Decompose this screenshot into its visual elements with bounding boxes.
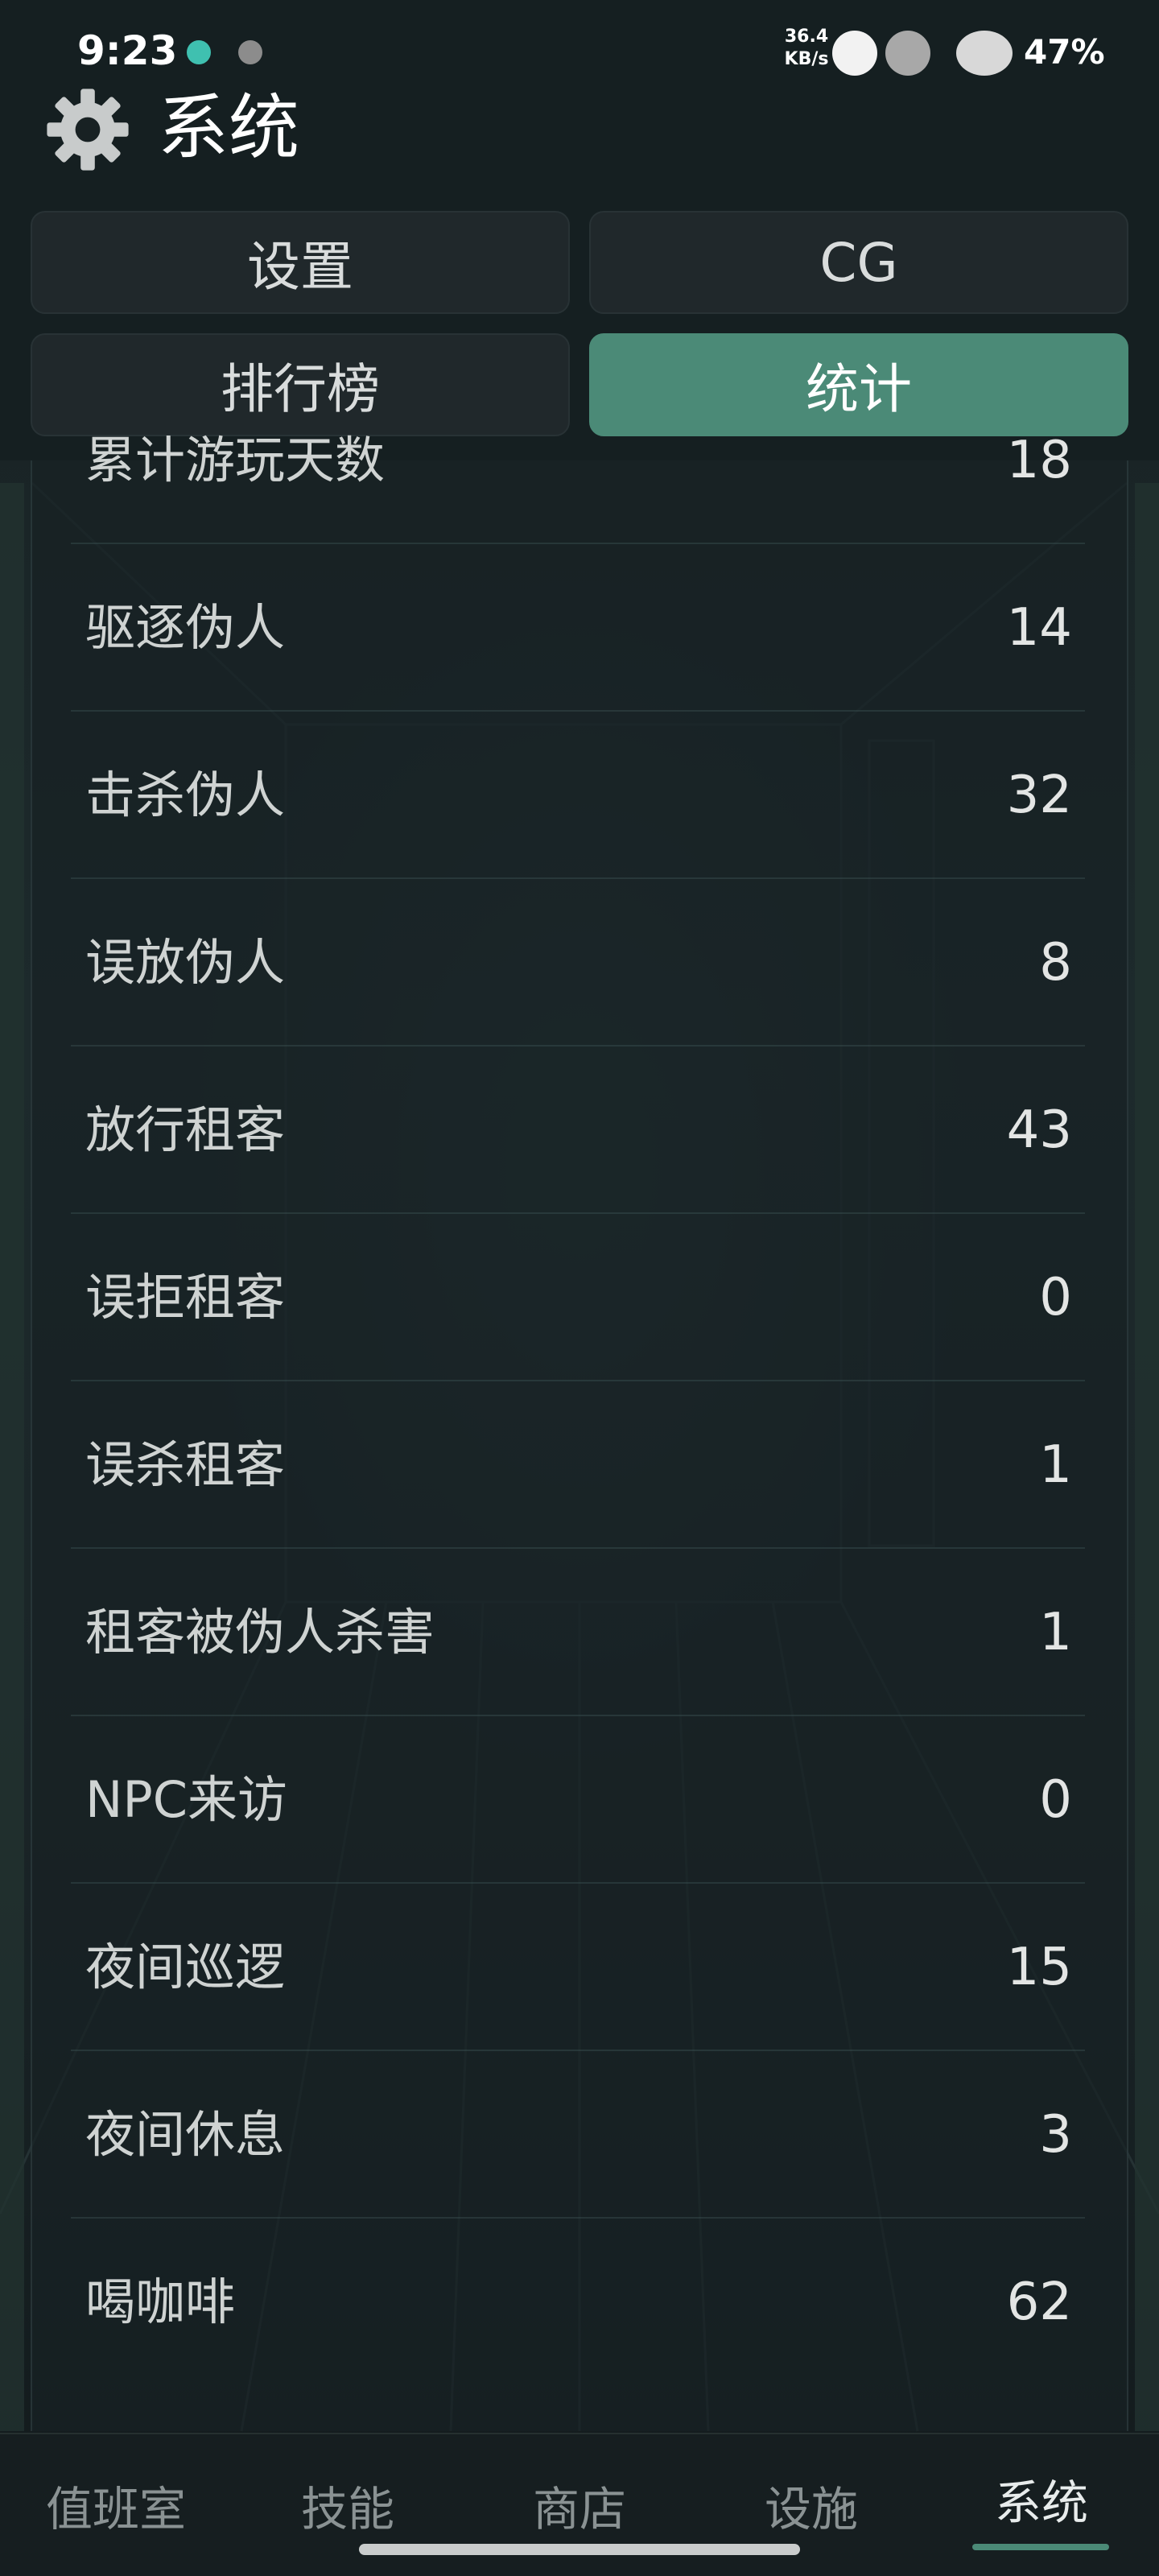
status-cat-icon (832, 31, 877, 76)
stat-row-drink-coffee: 喝咖啡 62 (71, 2219, 1085, 2386)
battery-icon (956, 31, 1013, 76)
home-indicator[interactable] (359, 2544, 800, 2555)
nav-item-system[interactable]: 系统 (995, 2465, 1088, 2533)
page-title: 系统 (158, 86, 300, 169)
tab-settings[interactable]: 设置 (31, 211, 570, 314)
nav-item-shop[interactable]: 商店 (533, 2471, 626, 2539)
stat-label: 误拒租客 (85, 1268, 286, 1327)
stat-value: 43 (1006, 1100, 1072, 1160)
stat-label: 夜间巡逻 (85, 1938, 286, 1996)
notification-cat-icon (238, 40, 262, 64)
stat-row-tenant-killed: 租客被伪人杀害 1 (71, 1549, 1085, 1716)
network-speed-unit: KB/s (784, 49, 829, 69)
nav-item-duty-room[interactable]: 值班室 (46, 2471, 186, 2539)
stat-row-kill-impostor: 击杀伪人 32 (71, 712, 1085, 879)
stat-row-npc-visits: NPC来访 0 (71, 1716, 1085, 1884)
stat-label: 误放伪人 (85, 933, 286, 992)
nav-item-facilities[interactable]: 设施 (765, 2471, 858, 2539)
nav-active-indicator (972, 2544, 1109, 2550)
battery-percent: 47% (1024, 32, 1105, 72)
stat-value: 0 (1039, 1770, 1072, 1830)
stat-label: 放行租客 (85, 1100, 286, 1159)
stat-value: 32 (1006, 766, 1072, 825)
stats-panel[interactable]: 累计游玩天数 18 驱逐伪人 14 击杀伪人 32 误放伪人 8 放行租客 43… (31, 431, 1128, 2431)
stat-label: 驱逐伪人 (85, 598, 286, 657)
stat-value: 15 (1006, 1938, 1072, 1997)
stat-row-night-rest: 夜间休息 3 (71, 2051, 1085, 2219)
network-speed: 36.4 KB/s (774, 26, 839, 71)
nav-item-skills[interactable]: 技能 (301, 2471, 394, 2539)
stat-value: 18 (1006, 431, 1072, 490)
network-speed-value: 36.4 (784, 27, 829, 47)
tab-cg[interactable]: CG (589, 211, 1128, 314)
stat-label: 租客被伪人杀害 (85, 1603, 435, 1662)
stat-value: 3 (1039, 2105, 1072, 2165)
stat-label: 击杀伪人 (85, 766, 286, 824)
stat-label: 误杀租客 (85, 1435, 286, 1494)
stat-label: NPC来访 (85, 1770, 288, 1829)
stat-row-days-played: 累计游玩天数 18 (71, 377, 1085, 544)
stat-label: 累计游玩天数 (85, 431, 386, 489)
stat-value: 14 (1006, 598, 1072, 658)
stat-value: 8 (1039, 933, 1072, 993)
status-time: 9:23 (77, 27, 178, 74)
notification-app-icon (187, 40, 211, 64)
tab-settings-label: 设置 (247, 236, 353, 298)
stat-value: 1 (1039, 1435, 1072, 1495)
stat-row-night-patrol: 夜间巡逻 15 (71, 1884, 1085, 2051)
stat-row-wrongly-reject-tenant: 误拒租客 0 (71, 1214, 1085, 1381)
stat-row-admit-tenant: 放行租客 43 (71, 1046, 1085, 1214)
gear-icon (47, 89, 129, 171)
tab-cg-label: CG (819, 231, 898, 294)
stat-row-wrongly-kill-tenant: 误杀租客 1 (71, 1381, 1085, 1549)
status-cat2-icon (885, 31, 930, 76)
stat-label: 喝咖啡 (85, 2273, 236, 2331)
stat-value: 62 (1006, 2273, 1072, 2332)
stat-row-wrongly-admit-impostor: 误放伪人 8 (71, 879, 1085, 1046)
stat-value: 0 (1039, 1268, 1072, 1327)
stat-value: 1 (1039, 1603, 1072, 1662)
stat-row-expel-impostor: 驱逐伪人 14 (71, 544, 1085, 712)
stat-label: 夜间休息 (85, 2105, 286, 2164)
